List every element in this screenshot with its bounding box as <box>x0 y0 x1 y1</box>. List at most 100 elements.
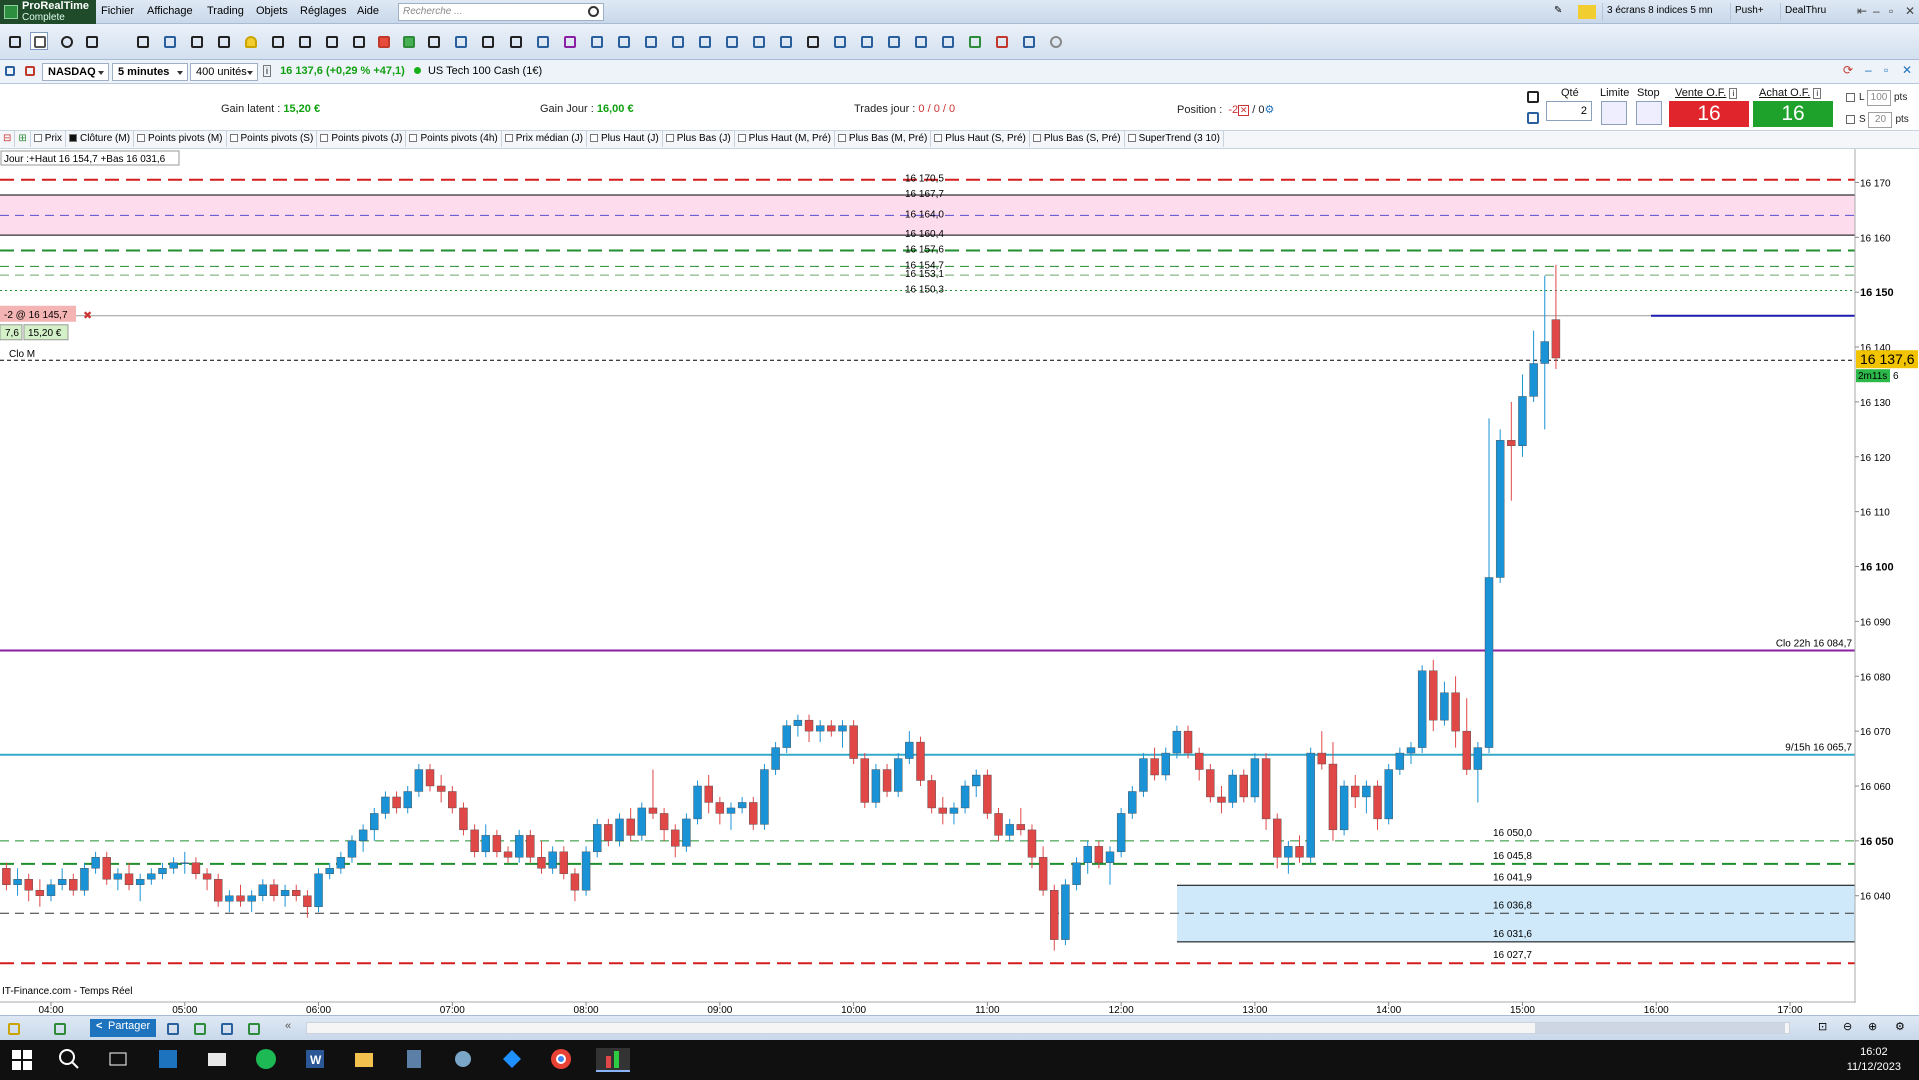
candle-body[interactable] <box>13 879 22 885</box>
calculator-icon[interactable] <box>190 1019 208 1037</box>
indicator-chip[interactable]: Plus Bas (J) <box>663 131 735 147</box>
chart-settings-icon[interactable]: ⚙ <box>1895 1020 1905 1036</box>
candle-body[interactable] <box>1116 813 1126 853</box>
candle-body[interactable] <box>113 873 123 880</box>
folder-icon[interactable] <box>353 1048 379 1072</box>
segment-icon[interactable] <box>322 32 340 50</box>
label-icon[interactable] <box>803 32 821 50</box>
candle-body[interactable] <box>1139 758 1148 792</box>
candle-body[interactable] <box>916 741 925 781</box>
limit-points-input[interactable]: 100 <box>1866 90 1891 106</box>
right-arrow-icon[interactable] <box>424 32 442 50</box>
indicator-chip[interactable]: Prix <box>31 131 67 147</box>
pattern-icon[interactable] <box>992 32 1010 50</box>
indicator-checkbox[interactable] <box>33 134 42 142</box>
candle-body[interactable] <box>593 824 602 853</box>
search-icon[interactable] <box>588 6 599 17</box>
candle-body[interactable] <box>280 890 290 896</box>
candle-body[interactable] <box>849 725 858 759</box>
settings-icon[interactable]: ⚙ <box>1264 104 1274 116</box>
share-button[interactable]: Partager <box>90 1019 157 1037</box>
trash-icon[interactable] <box>268 32 286 50</box>
timeframe-select[interactable]: 5 minutes <box>112 63 188 81</box>
candle-body[interactable] <box>236 895 245 902</box>
candle-body[interactable] <box>1384 769 1393 820</box>
candle-body[interactable] <box>225 895 234 902</box>
limit-order-button[interactable] <box>1601 101 1627 125</box>
candle-body[interactable] <box>1027 829 1037 858</box>
arrow-line-icon[interactable] <box>295 32 313 50</box>
candle-body[interactable] <box>1172 730 1182 754</box>
candle-body[interactable] <box>1406 747 1416 754</box>
candle-body[interactable] <box>793 719 803 726</box>
candle-body[interactable] <box>403 791 412 809</box>
refresh-icon[interactable]: ⟳ <box>1843 63 1853 77</box>
move-icon[interactable] <box>160 32 178 50</box>
fibonacci-icon[interactable] <box>587 32 605 50</box>
info-icon[interactable]: i <box>1729 88 1738 99</box>
candle-body[interactable] <box>347 840 357 858</box>
candle-body[interactable] <box>905 741 914 759</box>
candle-body[interactable] <box>425 769 435 787</box>
clear-drawings-icon[interactable] <box>1046 32 1064 50</box>
candle-body[interactable] <box>938 807 948 814</box>
candlestick-chart[interactable]: Clo 22h 16 084,7 9/15h 16 065,7 16 170,5 16… <box>0 149 1919 1015</box>
ruler-icon[interactable] <box>82 32 100 50</box>
gann-icon[interactable] <box>911 32 929 50</box>
info-icon[interactable]: i <box>263 65 271 77</box>
price-chart[interactable]: Clo 22h 16 084,7 9/15h 16 065,7 16 170,5 16… <box>0 149 1919 1015</box>
candle-body[interactable] <box>292 890 301 896</box>
candle-body[interactable] <box>392 796 401 809</box>
candle-body[interactable] <box>325 868 334 874</box>
calculator-icon[interactable] <box>403 1048 429 1072</box>
candle-body[interactable] <box>1440 692 1449 721</box>
pitchfork-icon[interactable] <box>830 32 848 50</box>
candle-body[interactable] <box>1417 670 1427 748</box>
candle-body[interactable] <box>503 851 513 858</box>
candle-body[interactable] <box>682 818 691 847</box>
candle-body[interactable] <box>448 791 457 809</box>
candle-body[interactable] <box>604 824 613 842</box>
screener-icon[interactable] <box>217 1019 235 1037</box>
text-icon[interactable] <box>187 32 205 50</box>
indicator-checkbox[interactable] <box>504 134 513 142</box>
candle-body[interactable] <box>24 879 33 891</box>
pen-icon[interactable]: ✎ <box>1550 3 1566 21</box>
candle-body[interactable] <box>1250 758 1260 798</box>
candle-body[interactable] <box>994 813 1003 836</box>
prorealtime-taskbar-icon[interactable] <box>596 1048 630 1072</box>
indicator-checkbox[interactable] <box>137 134 146 142</box>
folder-icon[interactable] <box>1578 5 1596 19</box>
candle-body[interactable] <box>1328 763 1338 831</box>
candle-body[interactable] <box>1395 752 1405 770</box>
candle-body[interactable] <box>949 807 959 814</box>
candle-body[interactable] <box>1462 730 1471 770</box>
candle-body[interactable] <box>726 807 736 814</box>
candle-body[interactable] <box>1373 785 1382 820</box>
candle-body[interactable] <box>1306 752 1315 858</box>
menu-trading[interactable]: Trading <box>207 5 244 17</box>
rectangle-icon[interactable] <box>641 32 659 50</box>
close-position-icon[interactable]: ✕ <box>1238 104 1250 116</box>
candle-body[interactable] <box>1362 785 1371 798</box>
minimize-chart-icon[interactable]: – <box>1865 63 1872 77</box>
candle-body[interactable] <box>1551 319 1561 359</box>
candle-body[interactable] <box>314 873 323 907</box>
candle-body[interactable] <box>1473 747 1483 770</box>
candle-body[interactable] <box>771 747 780 770</box>
candle-body[interactable] <box>1484 577 1494 748</box>
candle-body[interactable] <box>180 862 189 865</box>
volume-profile-icon[interactable] <box>1019 32 1037 50</box>
measure-icon[interactable] <box>857 32 875 50</box>
candle-body[interactable] <box>626 818 635 836</box>
indicator-chip[interactable]: Plus Haut (J) <box>587 131 663 147</box>
candle-body[interactable] <box>202 873 212 880</box>
workspace-selector[interactable]: 3 écrans 8 indices 5 mn <box>1602 3 1717 21</box>
candle-body[interactable] <box>258 884 268 896</box>
instrument-list-icon[interactable] <box>22 63 38 79</box>
candle-body[interactable] <box>1128 791 1137 814</box>
candle-body[interactable] <box>1339 785 1349 831</box>
menu-fichier[interactable]: Fichier <box>101 5 134 17</box>
indicator-chip[interactable]: Plus Haut (S, Pré) <box>931 131 1030 147</box>
candle-body[interactable] <box>247 895 256 902</box>
